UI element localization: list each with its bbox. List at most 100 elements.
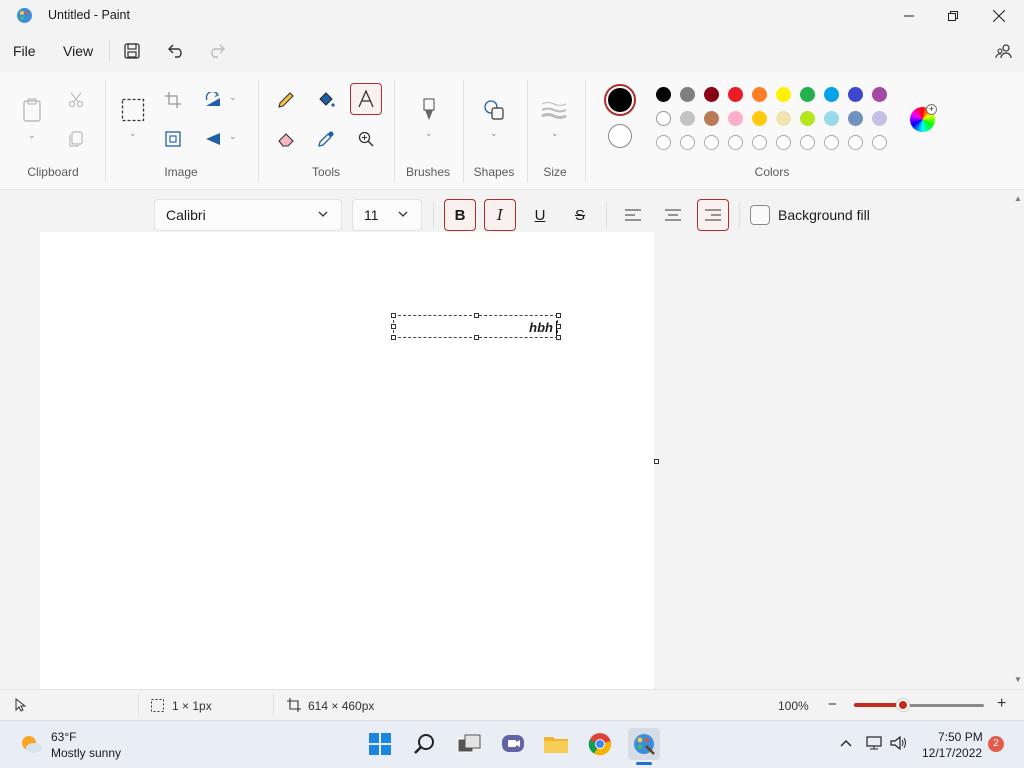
fill-tool[interactable] [310, 84, 342, 116]
canvas-resize-handle[interactable] [654, 459, 659, 464]
custom-color-slot[interactable] [752, 135, 767, 150]
color-swatch[interactable] [656, 111, 671, 126]
cut-button[interactable] [60, 84, 92, 116]
select-button[interactable] [117, 94, 149, 126]
color-swatch[interactable] [728, 87, 743, 102]
pencil-tool[interactable] [270, 84, 302, 116]
align-center-button[interactable] [657, 199, 689, 231]
network-icon[interactable] [866, 736, 882, 750]
resize-handle[interactable] [391, 335, 396, 340]
notification-badge[interactable]: 2 [988, 736, 1004, 752]
maximize-button[interactable] [930, 0, 976, 32]
paste-button[interactable] [16, 94, 48, 126]
zoom-slider-thumb[interactable] [897, 699, 909, 711]
custom-color-slot[interactable] [872, 135, 887, 150]
undo-button[interactable] [164, 38, 190, 64]
zoom-in-button[interactable]: + [997, 695, 1006, 713]
color-swatch[interactable] [704, 87, 719, 102]
minimize-button[interactable] [886, 0, 932, 32]
clock-time[interactable]: 7:50 PM [938, 730, 983, 744]
italic-button[interactable]: I [484, 199, 516, 231]
custom-color-slot[interactable] [848, 135, 863, 150]
edit-colors-button[interactable]: + [910, 104, 937, 132]
drawing-canvas[interactable] [40, 232, 654, 689]
font-family-dropdown[interactable]: Calibri [154, 199, 342, 231]
start-button[interactable] [364, 728, 396, 760]
resize-button[interactable] [157, 123, 189, 155]
shapes-button[interactable] [478, 94, 510, 126]
font-family-value: Calibri [166, 207, 206, 223]
resize-icon [165, 131, 181, 147]
color-swatch[interactable] [680, 111, 695, 126]
color-swatch[interactable] [704, 111, 719, 126]
color-swatch[interactable] [680, 87, 695, 102]
align-left-button[interactable] [617, 199, 649, 231]
custom-color-slot[interactable] [800, 135, 815, 150]
resize-handle[interactable] [474, 335, 479, 340]
resize-handle[interactable] [556, 335, 561, 340]
save-button[interactable] [119, 38, 145, 64]
align-right-button[interactable] [697, 199, 729, 231]
secondary-color-button[interactable] [608, 124, 632, 148]
custom-color-slot[interactable] [656, 135, 671, 150]
magnifier-tool[interactable] [350, 123, 382, 155]
crop-button[interactable] [157, 84, 189, 116]
scroll-up-icon[interactable]: ▲ [1012, 194, 1024, 206]
account-button[interactable] [991, 38, 1017, 64]
color-swatch[interactable] [656, 87, 671, 102]
flip-button[interactable] [197, 123, 229, 155]
color-swatch[interactable] [776, 87, 791, 102]
volume-icon[interactable] [890, 736, 908, 750]
copy-button[interactable] [60, 123, 92, 155]
color-swatch[interactable] [776, 111, 791, 126]
primary-color-button[interactable] [604, 84, 636, 116]
custom-color-slot[interactable] [776, 135, 791, 150]
color-swatch[interactable] [800, 87, 815, 102]
vertical-scrollbar[interactable] [1012, 190, 1024, 689]
custom-color-slot[interactable] [704, 135, 719, 150]
rotate-button[interactable] [197, 84, 229, 116]
task-view-button[interactable] [453, 728, 485, 760]
zoom-out-button[interactable]: − [828, 696, 837, 713]
color-swatch[interactable] [848, 87, 863, 102]
text-tool[interactable] [350, 83, 382, 115]
eraser-tool[interactable] [270, 123, 302, 155]
size-button[interactable] [538, 94, 570, 126]
font-size-dropdown[interactable]: 11 [352, 199, 422, 231]
chrome-button[interactable] [584, 728, 616, 760]
paint-taskbar-button[interactable] [628, 728, 660, 760]
color-swatch[interactable] [848, 111, 863, 126]
strikethrough-button[interactable]: S [564, 199, 596, 231]
color-picker-tool[interactable] [310, 123, 342, 155]
redo-button[interactable] [203, 38, 229, 64]
bold-button[interactable]: B [444, 199, 476, 231]
color-swatch[interactable] [872, 111, 887, 126]
color-swatch[interactable] [824, 87, 839, 102]
teams-chat-button[interactable] [497, 728, 529, 760]
file-explorer-button[interactable] [540, 728, 572, 760]
color-swatch[interactable] [752, 87, 767, 102]
custom-color-slot[interactable] [824, 135, 839, 150]
chevron-up-icon[interactable] [840, 738, 852, 748]
custom-color-slot[interactable] [728, 135, 743, 150]
menu-view[interactable]: View [63, 43, 93, 59]
weather-widget[interactable] [15, 728, 47, 760]
brushes-button[interactable] [413, 94, 445, 126]
clock-date[interactable]: 12/17/2022 [922, 746, 982, 760]
close-button[interactable] [976, 0, 1022, 32]
color-swatch[interactable] [872, 87, 887, 102]
resize-handle[interactable] [474, 313, 479, 318]
color-swatch[interactable] [752, 111, 767, 126]
resize-handle[interactable] [391, 324, 396, 329]
color-swatch[interactable] [824, 111, 839, 126]
color-swatch[interactable] [800, 111, 815, 126]
search-button[interactable] [409, 728, 441, 760]
background-fill-checkbox[interactable] [750, 205, 770, 225]
resize-handle[interactable] [556, 313, 561, 318]
menu-file[interactable]: File [13, 43, 36, 59]
resize-handle[interactable] [391, 313, 396, 318]
custom-color-slot[interactable] [680, 135, 695, 150]
scroll-down-icon[interactable]: ▼ [1012, 675, 1024, 687]
color-swatch[interactable] [728, 111, 743, 126]
underline-button[interactable]: U [524, 199, 556, 231]
